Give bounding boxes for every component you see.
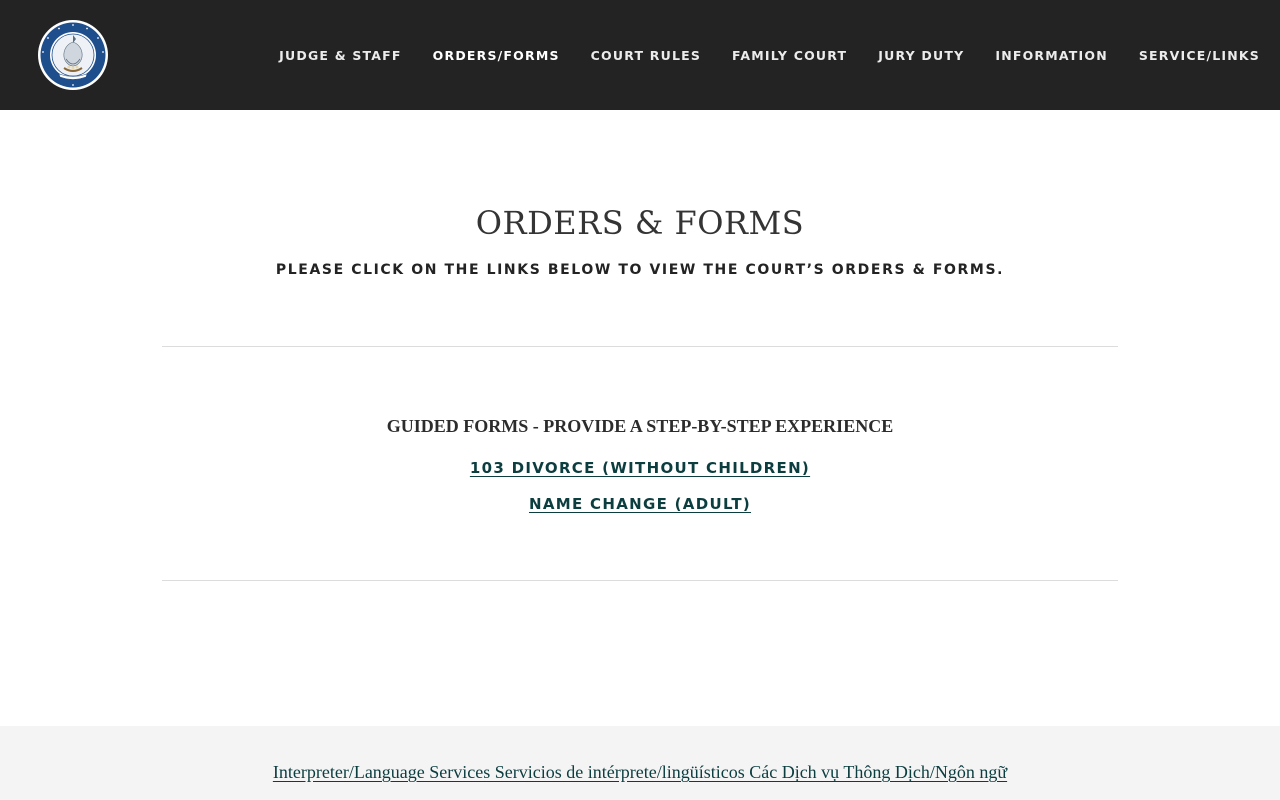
site-footer: Interpreter/Language Services Servicios …: [0, 726, 1280, 800]
louisiana-state-seal-icon: [38, 20, 108, 90]
main-nav: JUDGE & STAFF ORDERS/FORMS COURT RULES F…: [248, 0, 1260, 110]
guided-forms-heading-description: PROVIDE A STEP-BY-STEP EXPERIENCE: [538, 416, 894, 436]
divorce-without-children-link[interactable]: 103 DIVORCE (WITHOUT CHILDREN): [470, 459, 810, 477]
nav-item-judge-staff[interactable]: JUDGE & STAFF: [279, 48, 402, 63]
language-services-row: Interpreter/Language Services Servicios …: [0, 760, 1280, 784]
nav-item-family-court[interactable]: FAMILY COURT: [732, 48, 847, 63]
language-services-link[interactable]: Interpreter/Language Services Servicios …: [273, 762, 1007, 782]
nav-item-service-links[interactable]: SERVICE/LINKS: [1139, 48, 1260, 63]
nav-item-information[interactable]: INFORMATION: [995, 48, 1108, 63]
nav-item-orders-forms[interactable]: ORDERS/FORMS: [433, 48, 560, 63]
section-divider-top: [162, 346, 1118, 347]
section-divider-bottom: [162, 580, 1118, 581]
nav-item-jury-duty[interactable]: JURY DUTY: [878, 48, 964, 63]
nav-item-court-rules[interactable]: COURT RULES: [591, 48, 701, 63]
home-logo-link[interactable]: [37, 19, 109, 91]
page-subtitle: PLEASE CLICK ON THE LINKS BELOW TO VIEW …: [275, 262, 1005, 278]
guided-forms-heading-bold: GUIDED FORMS -: [386, 416, 539, 436]
form-link-row: NAME CHANGE (ADULT): [0, 494, 1280, 514]
page-title: ORDERS & FORMS: [475, 204, 805, 242]
form-link-row: 103 DIVORCE (WITHOUT CHILDREN): [0, 458, 1280, 478]
guided-forms-heading: GUIDED FORMS - PROVIDE A STEP-BY-STEP EX…: [0, 414, 1280, 438]
site-header: JUDGE & STAFF ORDERS/FORMS COURT RULES F…: [0, 0, 1280, 110]
name-change-adult-link[interactable]: NAME CHANGE (ADULT): [529, 495, 751, 513]
